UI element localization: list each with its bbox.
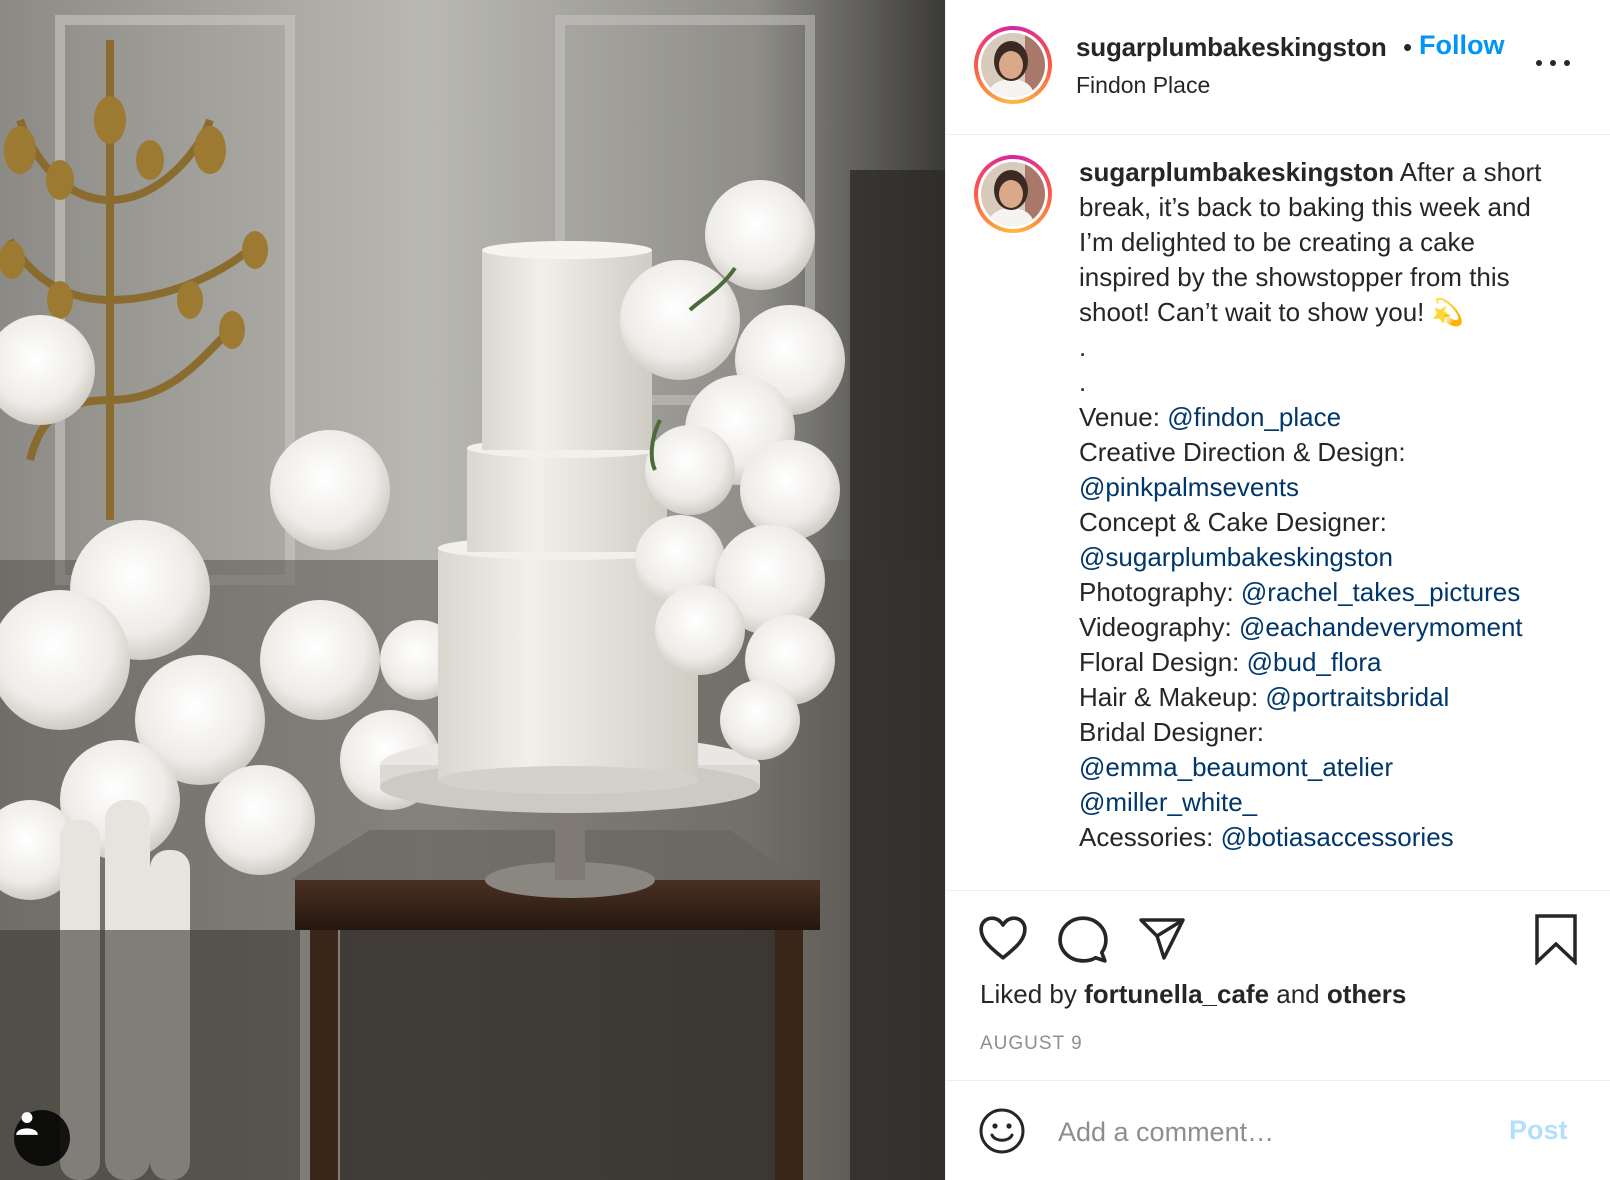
likes-summary: Liked by fortunella_cafe and others — [980, 979, 1406, 1010]
smiley-icon — [979, 1108, 1025, 1154]
share-button[interactable] — [1138, 917, 1186, 966]
mention-link[interactable]: @pinkpalmsevents — [1079, 472, 1299, 502]
mention-link[interactable]: @bud_flora — [1247, 647, 1382, 677]
post-photo[interactable] — [0, 0, 945, 1180]
caption-avatar-image — [981, 162, 1045, 226]
author-username-link[interactable]: sugarplumbakeskingston — [1076, 32, 1396, 63]
credit-label: Floral Design: — [1079, 647, 1247, 677]
more-horizontal-icon[interactable] — [1536, 56, 1570, 70]
comment-bubble-icon — [1058, 916, 1108, 963]
liked-by-others-link[interactable]: others — [1327, 979, 1406, 1009]
separator-dot: • — [1403, 32, 1413, 62]
mention-link[interactable]: @portraitsbridal — [1265, 682, 1449, 712]
credit-label: Acessories: — [1079, 822, 1221, 852]
credit-line: @pinkpalmsevents — [1079, 470, 1594, 505]
caption-line: inspired by the showstopper from this — [1079, 262, 1510, 292]
caption-text: sugarplumbakeskingston After a short bre… — [1079, 155, 1594, 855]
like-button[interactable] — [978, 915, 1028, 966]
credit-label: Photography: — [1079, 577, 1241, 607]
credit-line: Venue: @findon_place — [1079, 400, 1594, 435]
mention-link[interactable]: @sugarplumbakeskingston — [1079, 542, 1393, 572]
credit-label: Venue: — [1079, 402, 1168, 432]
credit-line: Hair & Makeup: @portraitsbridal — [1079, 680, 1594, 715]
credit-line: @sugarplumbakeskingston — [1079, 540, 1594, 575]
instagram-post: sugarplumbakeskingston • Follow Findon P… — [0, 0, 1610, 1180]
author-avatar-image — [981, 33, 1045, 97]
post-header: sugarplumbakeskingston • Follow Findon P… — [946, 0, 1610, 135]
post-side-panel: sugarplumbakeskingston • Follow Findon P… — [945, 0, 1610, 1180]
caption-line: . — [1079, 367, 1087, 397]
mention-link[interactable]: @findon_place — [1167, 402, 1341, 432]
post-comment-button[interactable]: Post — [1509, 1115, 1568, 1146]
caption-author-avatar[interactable] — [974, 155, 1052, 233]
comment-bar: Post — [946, 1080, 1610, 1180]
mention-link[interactable]: @botiasaccessories — [1221, 822, 1454, 852]
mention-link[interactable]: @rachel_takes_pictures — [1241, 577, 1520, 607]
credit-line: @miller_white_ — [1079, 785, 1594, 820]
credit-line: Photography: @rachel_takes_pictures — [1079, 575, 1594, 610]
credit-line: Concept & Cake Designer: — [1079, 505, 1594, 540]
tagged-users-button[interactable] — [14, 1110, 70, 1166]
credit-line: Creative Direction & Design: — [1079, 435, 1594, 470]
emoji-button[interactable] — [978, 1107, 1026, 1160]
caption-line: I’m delighted to be creating a cake — [1079, 227, 1476, 257]
credit-label: Bridal Designer: — [1079, 717, 1264, 747]
credit-line: Floral Design: @bud_flora — [1079, 645, 1594, 680]
caption-line: break, it’s back to baking this week and — [1079, 192, 1531, 222]
comment-input[interactable] — [1056, 1109, 1490, 1155]
paper-plane-icon — [1139, 918, 1185, 960]
post-date[interactable]: AUGUST 9 — [980, 1033, 1083, 1055]
caption-username-link[interactable]: sugarplumbakeskingston — [1079, 157, 1394, 187]
credit-label: Hair & Makeup: — [1079, 682, 1266, 712]
caption-area: sugarplumbakeskingston After a short bre… — [946, 135, 1610, 890]
credit-line: @emma_beaumont_atelier — [1079, 750, 1594, 785]
mention-link[interactable]: @miller_white_ — [1079, 787, 1257, 817]
likes-and: and — [1269, 979, 1327, 1009]
bookmark-icon — [1535, 914, 1577, 967]
credit-line: Acessories: @botiasaccessories — [1079, 820, 1594, 855]
caption-line: . — [1079, 332, 1087, 362]
credit-label: Videography: — [1079, 612, 1239, 642]
cake-photo-illustration — [0, 0, 945, 1180]
liked-by-user-link[interactable]: fortunella_cafe — [1084, 979, 1269, 1009]
comment-button[interactable] — [1058, 915, 1108, 968]
user-tag-icon — [16, 1112, 38, 1135]
likes-prefix: Liked by — [980, 979, 1085, 1009]
post-actions: Liked by fortunella_cafe and others AUGU… — [946, 890, 1610, 1080]
author-avatar[interactable] — [974, 26, 1052, 104]
heart-icon — [979, 916, 1027, 960]
caption-line: After a short — [1399, 157, 1542, 187]
location-link[interactable]: Findon Place — [1076, 72, 1210, 99]
credit-line: Videography: @eachandeverymoment — [1079, 610, 1594, 645]
save-button[interactable] — [1534, 913, 1578, 970]
mention-link[interactable]: @eachandeverymoment — [1239, 612, 1523, 642]
follow-button[interactable]: Follow — [1419, 30, 1504, 61]
mention-link[interactable]: @emma_beaumont_atelier — [1079, 752, 1393, 782]
credit-label: Concept & Cake Designer: — [1079, 507, 1387, 537]
credit-label: Creative Direction & Design: — [1079, 437, 1406, 467]
caption-line: shoot! Can’t wait to show you! 💫 — [1079, 297, 1464, 327]
credit-line: Bridal Designer: — [1079, 715, 1594, 750]
